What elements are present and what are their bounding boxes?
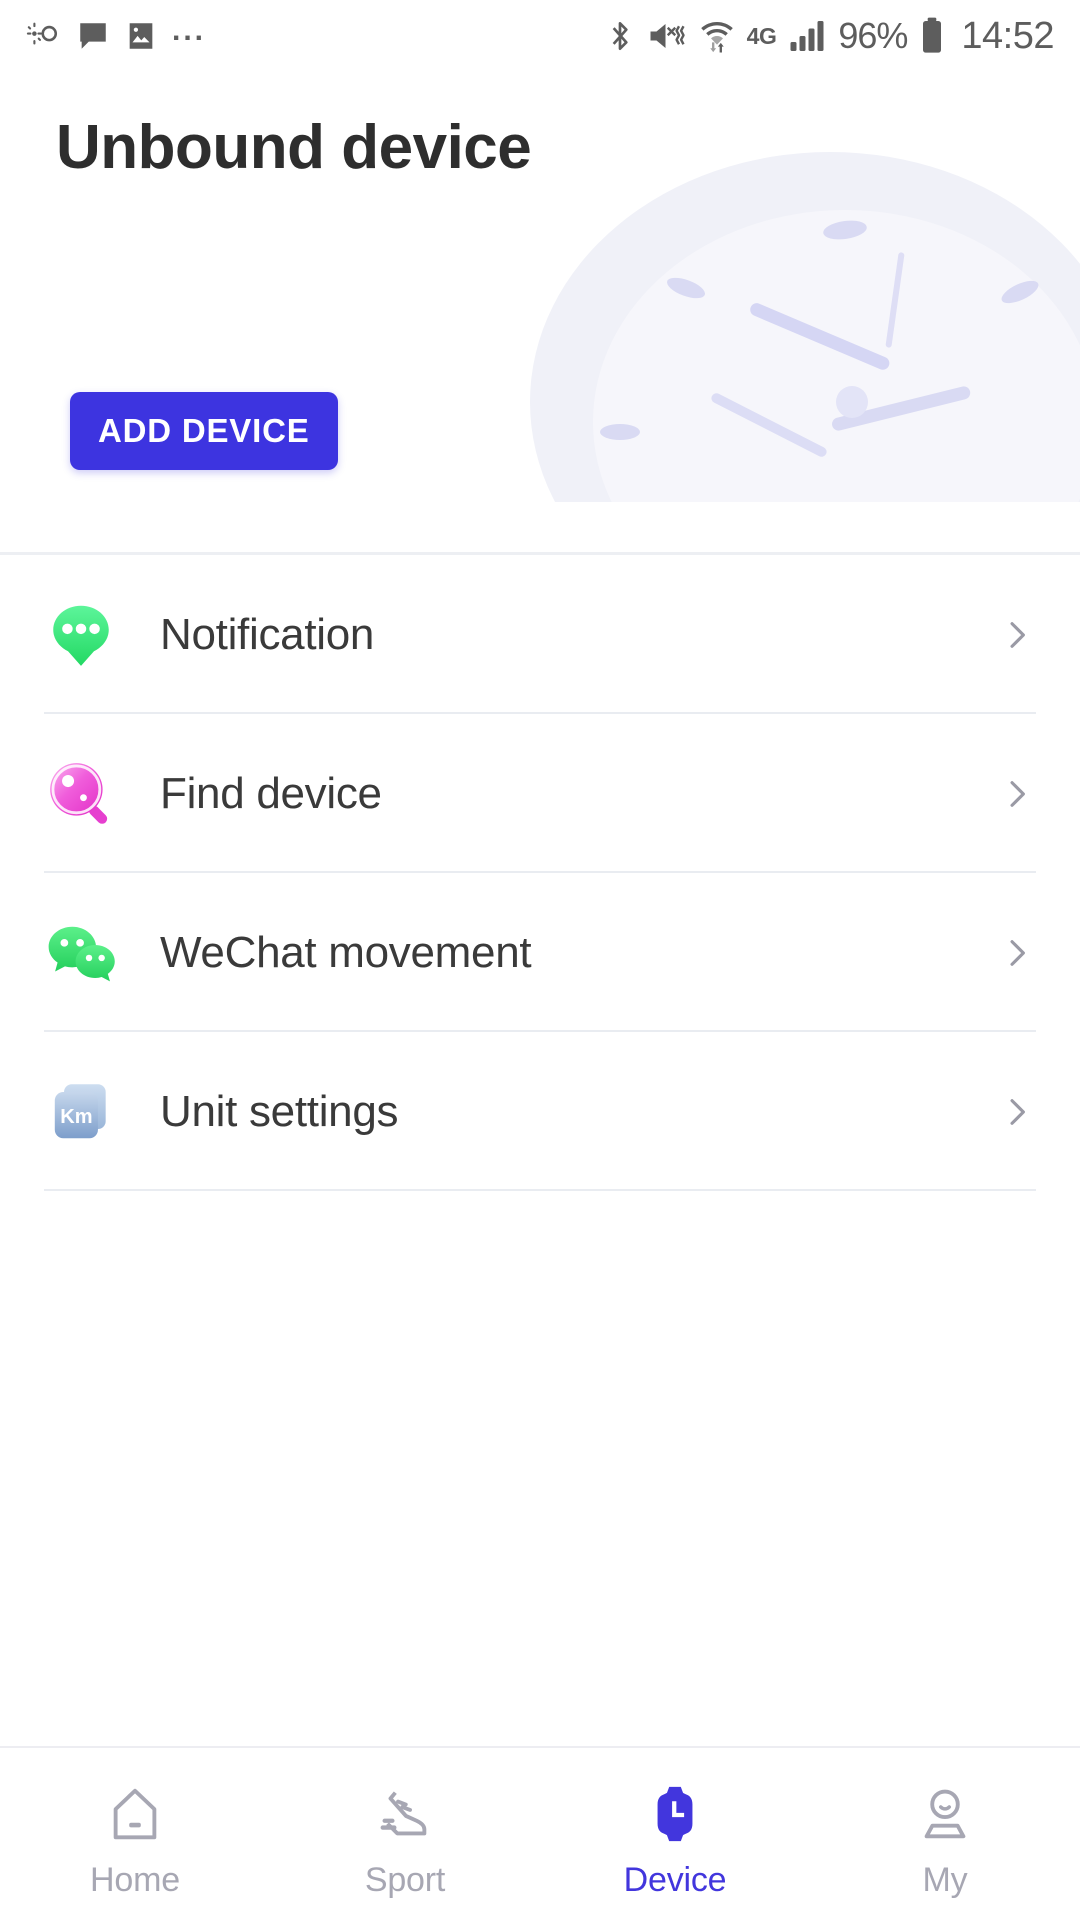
list-item-label: Notification — [160, 609, 375, 659]
list-item-unit-settings[interactable]: Km Unit settings — [0, 1032, 1080, 1191]
header-section: Unbound device ADD DEVICE — [0, 72, 1080, 552]
list-item-find-device[interactable]: Find device — [0, 714, 1080, 873]
home-icon — [104, 1779, 166, 1849]
bottom-navigation: Home Sport Device My — [0, 1746, 1080, 1920]
status-bar: ... 4G 96% 14:52 — [0, 0, 1080, 72]
more-dots-icon: ... — [172, 14, 207, 47]
network-type-label: 4G — [746, 22, 777, 49]
add-device-button[interactable]: ADD DEVICE — [70, 392, 338, 470]
shoe-icon — [374, 1779, 436, 1849]
nav-label: Home — [90, 1860, 180, 1899]
list-item-notification[interactable]: Notification — [0, 555, 1080, 714]
chevron-right-icon — [1010, 780, 1025, 807]
list-item-label: WeChat movement — [160, 927, 532, 977]
app-screen: ... 4G 96% 14:52 Unbound device ADD DEVI… — [0, 0, 1080, 1920]
weather-icon — [26, 22, 58, 45]
watch-icon — [644, 1779, 706, 1849]
km-cards-icon: Km — [44, 1075, 118, 1149]
nav-item-sport[interactable]: Sport — [270, 1748, 540, 1920]
message-icon — [80, 23, 106, 49]
page-title: Unbound device — [56, 113, 532, 182]
battery-icon — [923, 17, 942, 53]
status-bar-right-icons: 4G 96% 14:52 — [605, 15, 1054, 58]
chevron-right-icon — [1010, 939, 1025, 966]
status-bar-left-icons: ... — [26, 14, 207, 54]
nav-item-device[interactable]: Device — [540, 1748, 810, 1920]
bluetooth-icon — [612, 21, 628, 51]
clock-label: 14:52 — [961, 14, 1054, 57]
list-item-label: Find device — [160, 768, 382, 818]
settings-list: Notification Find device WeChat movement… — [0, 555, 1080, 1191]
list-item-label: Unit settings — [160, 1086, 399, 1136]
notification-bubble-icon — [44, 598, 118, 672]
km-label: Km — [60, 1105, 92, 1127]
wifi-icon — [700, 21, 733, 53]
watch-face-illustration — [530, 152, 1080, 502]
nav-label: My — [922, 1860, 968, 1899]
nav-label: Device — [623, 1860, 727, 1899]
person-icon — [914, 1779, 976, 1849]
nav-item-my[interactable]: My — [810, 1748, 1080, 1920]
mute-vibrate-icon — [650, 24, 685, 48]
magnifier-icon — [44, 757, 118, 831]
battery-percent-label: 96% — [838, 15, 908, 56]
chevron-right-icon — [1010, 1098, 1025, 1125]
list-item-wechat-movement[interactable]: WeChat movement — [0, 873, 1080, 1032]
nav-item-home[interactable]: Home — [0, 1748, 270, 1920]
chevron-right-icon — [1010, 621, 1025, 648]
photo-icon — [129, 23, 153, 49]
list-divider — [44, 1189, 1036, 1191]
wechat-icon — [44, 916, 118, 990]
signal-bars-icon — [790, 21, 824, 51]
nav-label: Sport — [364, 1860, 446, 1899]
